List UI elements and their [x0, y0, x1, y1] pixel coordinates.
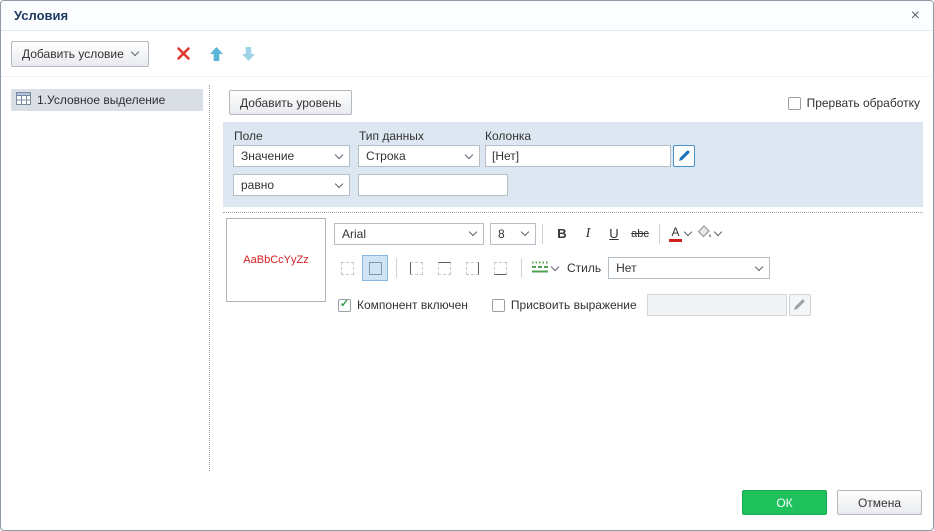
condition-list-item[interactable]: 1.Условное выделение — [11, 89, 203, 111]
chevron-down-icon — [551, 262, 559, 270]
check-icon: ✓ — [340, 299, 349, 310]
border-top-button[interactable] — [431, 255, 457, 281]
condition-form-panel: Поле Тип данных Колонка Значение Строка … — [223, 122, 923, 207]
border-right-icon — [466, 262, 479, 275]
line-style-button[interactable] — [528, 256, 561, 280]
font-color-icon: A — [671, 226, 679, 238]
border-toolbar: Стиль Нет — [334, 255, 770, 281]
fill-color-icon — [697, 225, 712, 242]
break-processing-checkbox[interactable]: Прервать обработку — [788, 96, 920, 110]
font-size-select[interactable]: 8 — [490, 223, 536, 245]
component-enabled-checkbox[interactable]: ✓ Компонент включен — [338, 298, 468, 312]
font-size-value: 8 — [498, 227, 505, 241]
assign-expression-checkbox[interactable]: Присвоить выражение — [492, 298, 637, 312]
italic-button[interactable]: I — [575, 222, 601, 246]
style-preview: AaBbCcYyZz — [226, 218, 326, 302]
condition-list-item-label: 1.Условное выделение — [37, 93, 165, 107]
component-options-row: ✓ Компонент включен Присвоить выражение — [338, 294, 811, 316]
style-label: Стиль — [567, 261, 601, 275]
component-enabled-label: Компонент включен — [357, 298, 468, 312]
section-separator — [223, 212, 923, 213]
underline-button[interactable]: U — [601, 222, 627, 246]
expression-input — [647, 294, 787, 316]
operator-select[interactable]: равно — [233, 174, 350, 196]
edit-pencil-icon — [794, 298, 805, 313]
close-icon[interactable]: × — [911, 8, 920, 24]
cancel-button[interactable]: Отмена — [837, 490, 922, 515]
dialog-titlebar: Условия × — [1, 1, 933, 31]
line-style-icon — [531, 260, 549, 277]
delete-condition-icon[interactable] — [176, 46, 191, 61]
font-family-value: Arial — [342, 227, 366, 241]
add-level-label: Добавить уровень — [240, 96, 341, 110]
chevron-down-icon — [335, 179, 343, 187]
border-none-button[interactable] — [334, 255, 360, 281]
toolbar-divider — [659, 224, 660, 244]
border-top-icon — [438, 262, 451, 275]
conditions-dialog: Условия × Добавить условие 1. — [0, 0, 934, 531]
chevron-down-icon — [755, 262, 763, 270]
field-select[interactable]: Значение — [233, 145, 350, 167]
conditions-toolbar: Добавить условие — [1, 31, 933, 77]
chevron-down-icon — [469, 228, 477, 236]
chevron-down-icon — [335, 150, 343, 158]
column-input[interactable] — [485, 145, 671, 167]
border-left-icon — [410, 262, 423, 275]
style-preview-text: AaBbCcYyZz — [243, 254, 308, 266]
type-select-value: Строка — [366, 149, 406, 163]
operand-input[interactable] — [358, 174, 508, 196]
font-color-button[interactable]: A — [666, 222, 694, 246]
style-select[interactable]: Нет — [608, 257, 770, 279]
font-color-bar — [669, 239, 682, 242]
checkbox-unchecked-icon[interactable] — [788, 97, 801, 110]
type-label: Тип данных — [359, 129, 424, 143]
border-bottom-button[interactable] — [487, 255, 513, 281]
font-family-select[interactable]: Arial — [334, 223, 484, 245]
move-up-icon[interactable] — [210, 47, 223, 61]
type-select[interactable]: Строка — [358, 145, 480, 167]
chevron-down-icon — [465, 150, 473, 158]
chevron-down-icon — [684, 228, 692, 236]
chevron-down-icon — [131, 48, 139, 56]
bold-button[interactable]: B — [549, 222, 575, 246]
chevron-down-icon — [521, 228, 529, 236]
field-select-value: Значение — [241, 149, 294, 163]
expression-edit-button — [789, 294, 811, 316]
toolbar-divider — [396, 258, 397, 278]
operator-select-value: равно — [241, 178, 274, 192]
checkbox-unchecked-icon[interactable] — [492, 299, 505, 312]
chevron-down-icon — [714, 228, 722, 236]
column-label: Колонка — [485, 129, 531, 143]
border-right-button[interactable] — [459, 255, 485, 281]
border-none-icon — [341, 262, 354, 275]
add-condition-label: Добавить условие — [22, 47, 124, 61]
assign-expression-label: Присвоить выражение — [511, 298, 637, 312]
edit-pencil-icon — [679, 149, 690, 164]
dialog-title: Условия — [14, 8, 68, 23]
condition-grid-icon — [16, 92, 31, 108]
add-level-button[interactable]: Добавить уровень — [229, 90, 352, 115]
add-condition-button[interactable]: Добавить условие — [11, 41, 149, 67]
column-edit-button[interactable] — [673, 145, 695, 167]
move-down-icon[interactable] — [242, 47, 255, 61]
border-all-button[interactable] — [362, 255, 388, 281]
border-bottom-icon — [494, 262, 507, 275]
panel-separator — [209, 85, 210, 471]
break-processing-label: Прервать обработку — [807, 96, 920, 110]
toolbar-divider — [521, 258, 522, 278]
field-label: Поле — [234, 129, 263, 143]
fill-color-button[interactable] — [694, 222, 724, 246]
border-left-button[interactable] — [403, 255, 429, 281]
strikethrough-button[interactable]: abc — [627, 222, 653, 246]
toolbar-divider — [542, 224, 543, 244]
checkbox-checked-icon[interactable]: ✓ — [338, 299, 351, 312]
border-all-icon — [369, 262, 382, 275]
font-toolbar: Arial 8 B I U abc A — [334, 221, 724, 246]
style-select-value: Нет — [616, 261, 636, 275]
ok-button[interactable]: ОК — [742, 490, 827, 515]
